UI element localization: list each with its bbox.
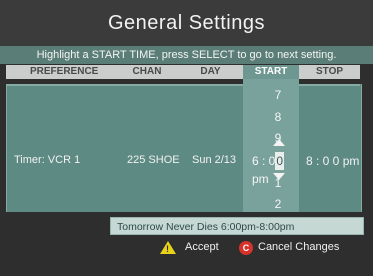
start-option[interactable]: 8: [268, 110, 288, 124]
column-header-start: START: [243, 65, 299, 79]
general-settings-screen: General Settings Highlight a START TIME,…: [0, 0, 373, 276]
panel-divider: [6, 84, 360, 86]
start-time-field[interactable]: 6 : 00 pm: [252, 152, 296, 186]
row-channel: 225 SHOE: [127, 154, 180, 166]
program-info-bar: Tomorrow Never Dies 6:00pm-8:00pm: [110, 217, 364, 235]
start-option[interactable]: 7: [268, 88, 288, 102]
page-title: General Settings: [0, 0, 373, 46]
accept-button[interactable]: Accept: [185, 238, 219, 256]
row-stop-time[interactable]: 8 : 0 0 pm: [306, 154, 359, 168]
start-time-suffix: pm: [252, 172, 269, 186]
red-circle-icon: C: [239, 241, 253, 255]
increase-arrow-icon[interactable]: [273, 139, 285, 146]
row-preference: Timer: VCR 1: [14, 154, 81, 166]
start-option[interactable]: 2: [268, 197, 288, 211]
start-time-selected-digit[interactable]: 0: [275, 152, 285, 170]
row-day: Sun 2/13: [192, 154, 237, 166]
column-header-chan: CHAN: [116, 65, 178, 79]
decrease-arrow-icon[interactable]: [273, 173, 285, 180]
column-header-preference: PREFERENCE: [6, 65, 116, 79]
column-header-stop: STOP: [299, 65, 360, 79]
settings-panel: [6, 84, 362, 212]
triangle-exclamation-mark: !: [166, 244, 169, 254]
cancel-changes-button[interactable]: Cancel Changes: [258, 238, 339, 256]
column-header-day: DAY: [178, 65, 243, 79]
instruction-text: Highlight a START TIME, press SELECT to …: [0, 46, 373, 64]
start-time-prefix: 6 : 0: [252, 154, 276, 168]
